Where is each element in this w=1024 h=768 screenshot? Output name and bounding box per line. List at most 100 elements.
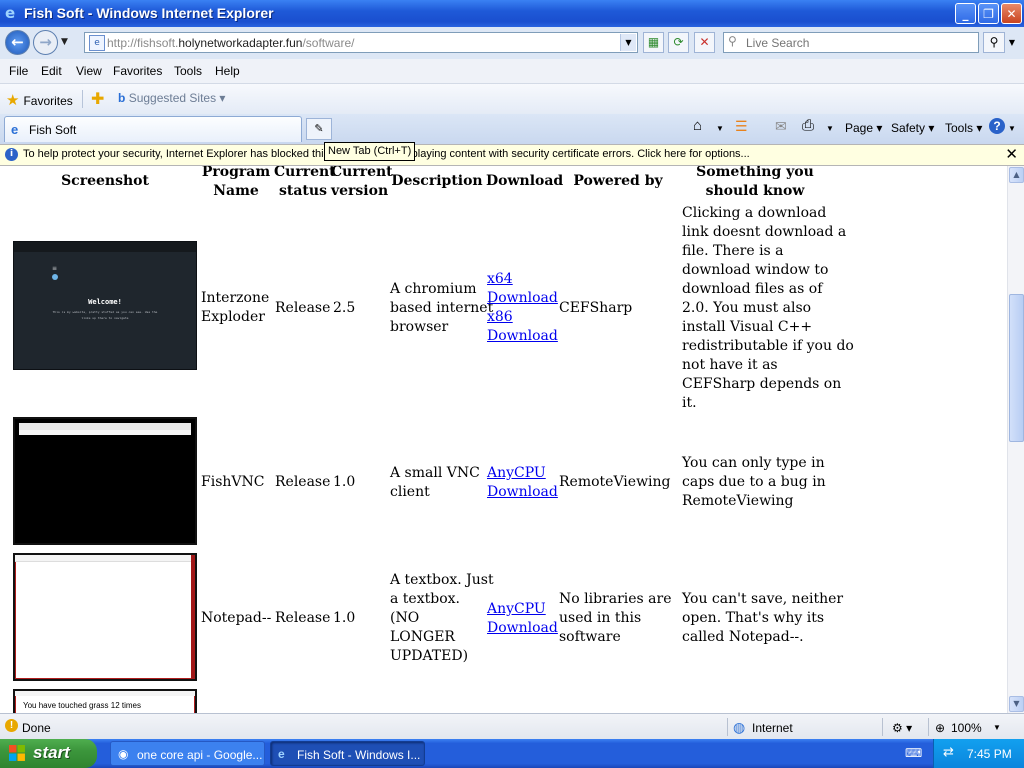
scroll-up-arrow-icon[interactable]: ▲ (1009, 167, 1024, 183)
stop-button[interactable]: ✕ (694, 32, 715, 53)
header-something-you-should-know: Something you should know (696, 166, 814, 199)
menu-edit[interactable]: Edit (41, 64, 62, 78)
keyboard-icon[interactable]: ⌨ (905, 746, 922, 760)
zoom-icon: ⊕ (935, 721, 946, 735)
taskbar-item-ie[interactable]: e Fish Soft - Windows I... (270, 741, 425, 766)
page-icon: e (89, 35, 105, 51)
header-description: Description (391, 173, 483, 189)
screenshot-notepad (13, 553, 197, 681)
start-button[interactable]: start (0, 739, 97, 768)
compatibility-view-button[interactable]: ▦ (643, 32, 664, 53)
tab-fish-soft[interactable]: e Fish Soft (4, 116, 302, 142)
read-mail-icon[interactable]: ✉ (775, 118, 787, 135)
row1-version: 2.5 (333, 300, 356, 316)
zoom-level[interactable]: 100% (951, 721, 982, 735)
tools-menu-button[interactable]: Tools ▾ (945, 121, 982, 135)
warning-icon: ! (5, 719, 18, 732)
print-icon[interactable]: ⎙ (802, 117, 814, 134)
menu-view[interactable]: View (76, 64, 102, 78)
download-anycpu-link[interactable]: AnyCPU Download (487, 601, 558, 636)
add-to-favorites-icon[interactable]: ✚ (91, 89, 104, 108)
favorites-button[interactable]: ★ Favorites (6, 91, 73, 109)
row3-downloads: AnyCPU Download (487, 600, 558, 638)
download-x86-link[interactable]: x86 Download (487, 309, 558, 344)
taskbar-item-chrome[interactable]: ◉ one core api - Google... (110, 741, 265, 766)
shot-welcome-text: Welcome! (88, 298, 122, 306)
row3-program-name: Notepad-- (201, 610, 272, 626)
menu-file[interactable]: File (9, 64, 28, 78)
header-program-name: Program Name (201, 166, 271, 199)
scroll-thumb[interactable] (1009, 294, 1024, 442)
system-tray: ⇄ 7:45 PM (933, 739, 1024, 768)
address-url: http://fishsoft.holynetworkadapter.fun/s… (107, 36, 355, 50)
download-x64-link[interactable]: x64 Download (487, 271, 558, 306)
row3-version: 1.0 (333, 610, 356, 626)
divider (882, 718, 883, 736)
menu-help[interactable]: Help (215, 64, 240, 78)
safety-menu-button[interactable]: Safety ▾ (891, 121, 934, 135)
row1-notes: Clicking a download link doesnt download … (682, 205, 854, 411)
help-dropdown-icon[interactable]: ▼ (1008, 124, 1016, 133)
vertical-scrollbar[interactable]: ▲ ▼ (1007, 166, 1024, 713)
refresh-button[interactable]: ⟳ (668, 32, 689, 53)
home-dropdown-icon[interactable]: ▼ (716, 124, 724, 133)
forward-button[interactable]: → (33, 30, 58, 55)
menu-favorites[interactable]: Favorites (113, 64, 162, 78)
row1-downloads: x64 Download x86 Download (487, 270, 558, 346)
row3-status: Release (275, 610, 331, 626)
protected-mode-icon[interactable]: ⚙ ▾ (892, 721, 912, 735)
shield-icon: i (5, 148, 18, 161)
row1-program-name: Interzone Exploder (201, 290, 270, 325)
ie-icon: e (278, 747, 285, 761)
tab-title: Fish Soft (29, 123, 77, 137)
feeds-icon[interactable]: ☰ (735, 118, 748, 135)
row1-powered-by: CEFSharp (559, 300, 633, 316)
search-input[interactable] (744, 34, 978, 52)
recent-pages-dropdown[interactable]: ▼ (61, 37, 68, 47)
row2-description: A small VNC client (390, 465, 480, 500)
row1-status: Release (275, 300, 331, 316)
windows-logo-icon (9, 745, 25, 761)
search-go-button[interactable]: ⚲ (983, 32, 1005, 53)
header-current-version: Current version (331, 166, 393, 199)
header-screenshot: Screenshot (61, 173, 149, 189)
security-info-bar[interactable]: i To help protect your security, Interne… (0, 144, 1024, 166)
address-toolbar: ← → ▼ e http://fishsoft.holynetworkadapt… (0, 27, 1024, 59)
page-menu-button[interactable]: Page ▾ (845, 121, 882, 135)
zoom-dropdown-icon[interactable]: ▼ (993, 723, 1001, 732)
new-tab-button[interactable]: ✎ (306, 118, 332, 140)
screenshot-interzone-exploder: ≡ Welcome! This is my website, pretty st… (13, 241, 197, 370)
ie-logo-icon: e (5, 4, 16, 22)
row2-notes: You can only type in caps due to a bug in… (682, 455, 826, 509)
minimize-button[interactable]: _ (955, 3, 976, 24)
screenshot-fishvnc (13, 417, 197, 545)
search-box[interactable]: ⚲ (723, 32, 979, 53)
print-dropdown-icon[interactable]: ▼ (826, 124, 834, 133)
back-button[interactable]: ← (5, 30, 30, 55)
chrome-icon: ◉ (118, 747, 129, 761)
restore-button[interactable]: ❐ (978, 3, 999, 24)
clock[interactable]: 7:45 PM (967, 747, 1012, 761)
suggested-sites-button[interactable]: b Suggested Sites ▾ (118, 91, 225, 105)
search-options-dropdown[interactable]: ▼ (1006, 32, 1018, 53)
address-dropdown-icon[interactable]: ▼ (620, 34, 636, 51)
help-icon[interactable]: ? (989, 118, 1005, 134)
network-icon[interactable]: ⇄ (943, 745, 954, 760)
divider (727, 718, 728, 736)
ie-tab-icon: e (11, 122, 19, 137)
bing-icon: b (118, 91, 126, 105)
scroll-down-arrow-icon[interactable]: ▼ (1009, 696, 1024, 712)
menu-tools[interactable]: Tools (174, 64, 202, 78)
header-download: Download (486, 173, 564, 189)
title-bar[interactable]: e Fish Soft - Windows Internet Explorer … (0, 0, 1024, 27)
address-field[interactable]: e http://fishsoft.holynetworkadapter.fun… (84, 32, 638, 53)
home-icon[interactable]: ⌂ (693, 117, 702, 134)
download-anycpu-link[interactable]: AnyCPU Download (487, 465, 558, 500)
divider (82, 90, 83, 108)
row2-powered-by: RemoteViewing (559, 474, 671, 490)
row3-powered-by: No libraries are used in this software (559, 591, 672, 645)
close-button[interactable]: ✕ (1001, 3, 1022, 24)
security-zone-text: Internet (752, 721, 793, 735)
status-text: Done (22, 721, 51, 735)
close-info-bar-icon[interactable]: ✕ (1005, 145, 1018, 163)
